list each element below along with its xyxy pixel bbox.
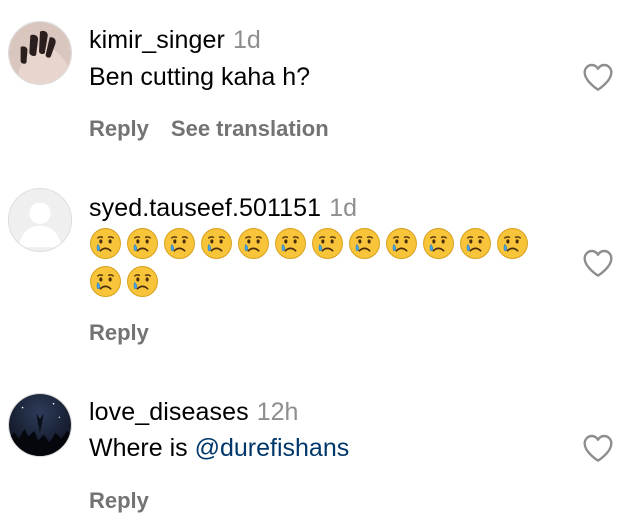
comment-text: Where is @durefishans xyxy=(89,434,349,463)
crying-face-icon xyxy=(275,228,306,259)
username[interactable]: kimir_singer xyxy=(89,26,225,55)
default-grey-avatar-icon xyxy=(9,189,71,251)
crying-face-icon xyxy=(349,228,380,259)
username[interactable]: love_diseases xyxy=(89,398,249,427)
avatar[interactable] xyxy=(8,188,72,252)
crying-face-icon xyxy=(238,228,269,259)
like-button[interactable] xyxy=(582,433,614,463)
heart-outline-icon xyxy=(583,249,613,277)
crying-face-icon xyxy=(201,228,232,259)
timestamp: 1d xyxy=(329,194,357,222)
avatar[interactable] xyxy=(8,393,72,457)
like-button[interactable] xyxy=(582,62,614,92)
hand-dark-nails-avatar-icon xyxy=(9,22,71,84)
comment-text-prefix: Where is xyxy=(89,434,195,462)
crying-face-icon xyxy=(460,228,491,259)
reply-button[interactable]: Reply xyxy=(89,320,149,346)
crying-face-icon xyxy=(497,228,528,259)
crying-face-icon xyxy=(127,228,158,259)
timestamp: 1d xyxy=(232,26,261,54)
reply-button[interactable]: Reply xyxy=(89,488,149,514)
comment-header: love_diseases 12h xyxy=(89,398,298,427)
reply-button[interactable]: Reply xyxy=(89,116,149,142)
heart-outline-icon xyxy=(583,63,613,91)
comment-text: Ben cutting kaha h? xyxy=(89,63,310,91)
crying-face-icon xyxy=(423,228,454,259)
night-sky-avatar-icon xyxy=(9,394,71,456)
crying-face-icon xyxy=(127,266,158,297)
comment-actions: Reply See translation xyxy=(89,116,329,142)
see-translation-button[interactable]: See translation xyxy=(171,116,329,142)
mention-link[interactable]: @durefishans xyxy=(195,434,350,462)
crying-face-icon xyxy=(386,228,417,259)
crying-face-icon xyxy=(90,266,121,297)
crying-face-icon xyxy=(164,228,195,259)
crying-face-icon xyxy=(90,228,121,259)
comment-header: syed.tauseef.501151 1d xyxy=(89,194,357,223)
crying-face-icon xyxy=(312,228,343,259)
like-button[interactable] xyxy=(582,248,614,278)
timestamp: 12h xyxy=(256,398,299,426)
heart-outline-icon xyxy=(583,434,613,462)
comment-actions: Reply xyxy=(89,320,149,346)
emoji-row xyxy=(89,227,529,260)
comment-actions: Reply xyxy=(89,488,149,514)
comment-header: kimir_singer 1d xyxy=(89,26,261,55)
avatar[interactable] xyxy=(8,21,72,85)
username[interactable]: syed.tauseef.501151 xyxy=(89,194,321,223)
emoji-row xyxy=(89,265,159,298)
